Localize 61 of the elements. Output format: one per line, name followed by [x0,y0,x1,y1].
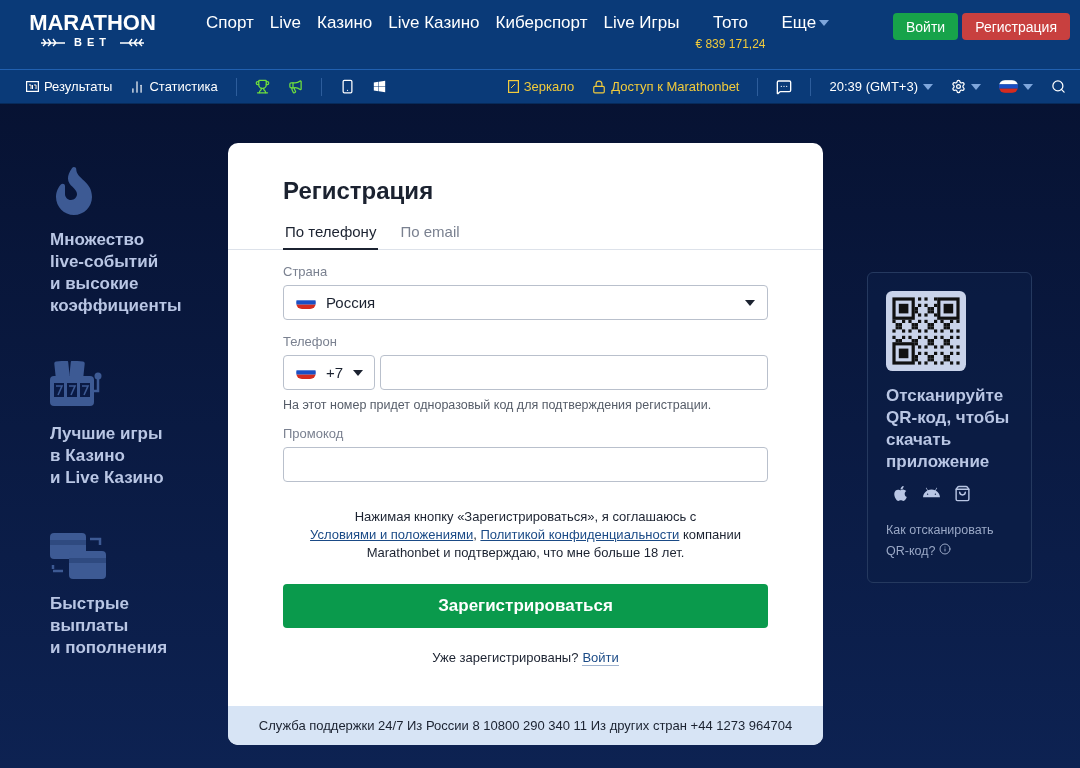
cards-exchange-icon [50,533,106,579]
field-label: Промокод [283,426,345,441]
search-icon[interactable] [1051,79,1066,94]
country-code-select[interactable]: +7 [283,355,375,390]
phone-hint: На этот номер придет одноразовый код для подтверждения регистрации. [283,398,713,412]
form-tab[interactable]: По email [398,219,462,250]
caret-icon [971,83,981,90]
login-link[interactable]: Войти [582,650,619,666]
apple-icon[interactable] [892,485,909,502]
nav-link[interactable]: Киберспорт [495,13,588,33]
flag-icon [999,80,1018,93]
nav-link[interactable]: Еще [781,13,830,33]
privacy-policy-link[interactable]: Политикой конфиденциальности [480,527,680,542]
promo-code-input[interactable] [283,447,768,482]
agreement-text: Нажимая кнопку «Зарегистрироваться», я соглашаюсь с Условиями и положениями, Политикой конфиденциальности компании Marathonbet и подтверждаю, что мне больше 18 лет. [309,508,742,562]
scoreboard-icon [26,81,39,92]
trophy-icon[interactable] [254,79,270,94]
register-button[interactable]: Регистрация [962,13,1070,40]
feature-text: Лучшие игры в Казино и Live Казино [50,423,164,489]
caret-icon [353,369,364,376]
language-selector[interactable] [999,80,1033,93]
feature-text: Множество live-событий и высокие коэффициенты [50,229,182,317]
caret-icon [745,299,755,306]
slot-machine-icon [50,361,104,409]
nav-link[interactable]: Казино [317,13,373,33]
results-link[interactable]: Результаты [26,79,113,94]
support-info: Служба поддержки 24/7 Из России 8 10800 290 340 11 Из других стран +44 1273 964704 [228,706,823,745]
access-link[interactable]: Доступ к Marathonbet [592,79,740,94]
smartphone-icon[interactable] [339,79,355,94]
already-registered-text: Уже зарегистрированы? [432,650,579,666]
shopping-bag-icon[interactable] [954,485,971,502]
info-icon [938,543,951,555]
megaphone-icon[interactable] [287,79,303,94]
nav-link[interactable]: Live Казино [388,13,480,33]
register-submit-button[interactable]: Зарегистрироваться [283,584,768,628]
qr-title: Отсканируйте QR-код, чтобы скачать приложение [886,385,1011,473]
country-select[interactable]: Россия [283,285,768,320]
field-label: Страна [283,264,329,279]
marathon-bet-logo[interactable]: MARATHON BET [20,10,165,48]
time-zone-selector[interactable]: 20:39 (GMT+3) [829,79,933,94]
form-title: Регистрация [283,177,435,205]
feature-text: Быстрые выплаты и пополнения [50,593,168,659]
form-tab[interactable]: По телефону [283,219,379,250]
lock-icon [592,79,607,94]
mirror-link[interactable]: Зеркало [507,79,575,94]
phone-input[interactable] [380,355,768,390]
qr-help-link[interactable]: Как отсканировать QR-код? [886,520,1013,562]
settings-menu[interactable] [951,79,981,94]
caret-icon [1023,83,1033,90]
caret-icon [923,83,933,90]
nav-link[interactable]: Live [269,13,301,33]
field-label: Телефон [283,334,338,349]
nav-link[interactable]: Live Игры [603,13,680,33]
statistics-link[interactable]: Статистика [130,79,218,94]
jackpot-amount: € 839 171,24 [695,37,766,51]
settings-icon [951,79,966,94]
windows-icon[interactable] [372,80,386,93]
nav-link[interactable]: Тото [712,13,749,33]
nav-link[interactable]: Спорт [206,13,254,33]
chat-icon[interactable] [776,78,793,95]
bar-chart-icon [130,79,145,94]
